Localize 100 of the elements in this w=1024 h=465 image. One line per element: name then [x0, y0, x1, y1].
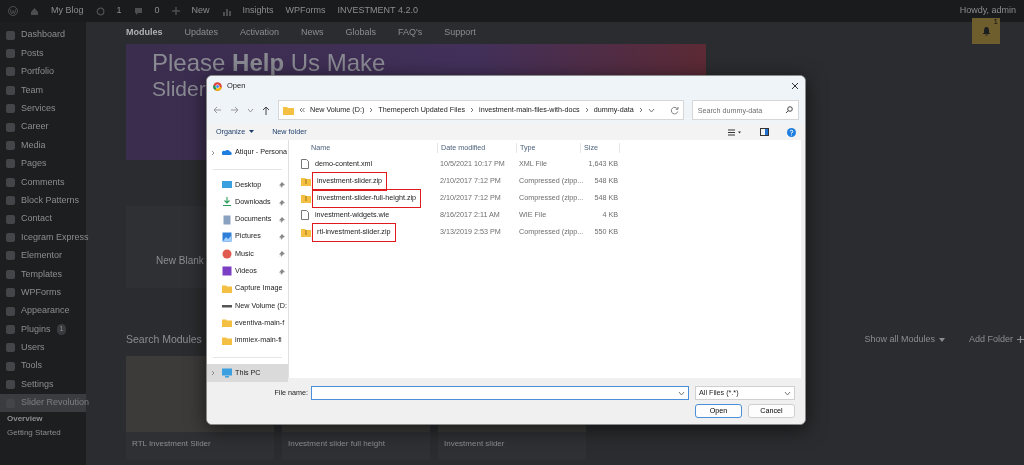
sidebar-menu-item[interactable]: Tools [0, 357, 86, 376]
chevron-down-icon [784, 390, 791, 396]
desktop-icon [222, 179, 232, 190]
plus-icon [171, 7, 180, 15]
pin-icon [279, 199, 285, 206]
tab[interactable]: Globals [345, 26, 377, 40]
sidebar-menu-item[interactable]: Dashboard [0, 26, 86, 45]
site-name-link[interactable]: My Blog [51, 4, 84, 18]
pin-icon [279, 216, 285, 223]
pin-icon [279, 234, 285, 241]
zip-folder-icon [301, 194, 311, 203]
file-name-field[interactable] [311, 386, 689, 400]
sidebar-menu-item[interactable]: Contact [0, 209, 86, 229]
tab[interactable]: News [301, 26, 324, 40]
computer-icon [222, 367, 232, 378]
chevron-right-icon [470, 107, 475, 113]
tab[interactable]: Updates [184, 26, 219, 40]
plus-icon [1017, 336, 1024, 344]
new-blank-label: New Blank [156, 254, 204, 268]
sidebar-menu-item[interactable]: WPForms [0, 283, 86, 302]
view-options-icon[interactable] [728, 128, 742, 136]
sidebar-menu-item[interactable]: Settings [0, 375, 86, 394]
wordpress-icon [8, 6, 18, 16]
bar-chart-icon [221, 6, 231, 16]
theme-version-link[interactable]: INVESTMENT 4.2.0 [337, 4, 418, 18]
double-chevron-icon [299, 107, 305, 113]
submenu-item[interactable]: Overview [0, 412, 86, 427]
pin-icon [279, 182, 285, 189]
greeting-link[interactable]: Howdy, admin [959, 4, 1016, 18]
home-icon [30, 6, 39, 16]
up-arrow-icon[interactable] [262, 105, 270, 115]
tab[interactable]: Activation [240, 26, 280, 40]
chevron-right-icon [211, 149, 215, 156]
folder-icon [222, 335, 232, 346]
pin-icon [279, 251, 285, 258]
add-folder-link[interactable]: Add Folder [968, 333, 1024, 347]
folder-icon [222, 283, 232, 294]
close-icon[interactable] [791, 82, 799, 90]
chevron-right-icon [369, 107, 374, 113]
folder-icon [222, 318, 232, 329]
comment-icon [133, 6, 143, 16]
tab[interactable]: FAQ's [398, 26, 423, 40]
submenu-item[interactable]: Getting Started [0, 426, 86, 441]
notification-button[interactable]: 1 [972, 18, 1000, 44]
document-icon [301, 210, 309, 221]
sidebar-menu-item[interactable]: Services [0, 99, 86, 118]
new-link[interactable]: New [191, 4, 210, 18]
sidebar-menu-item[interactable]: Team [0, 81, 86, 100]
refresh-icon[interactable] [669, 105, 679, 115]
chevron-down-icon[interactable] [247, 107, 254, 113]
chevron-down-icon[interactable] [647, 107, 655, 113]
help-icon[interactable] [787, 127, 796, 137]
bell-icon [981, 26, 991, 36]
wpforms-link[interactable]: WPForms [285, 4, 326, 18]
back-arrow-icon[interactable] [213, 106, 222, 114]
module-title: RTL Investment Slider [131, 437, 212, 450]
update-count: 1 [116, 4, 122, 18]
sidebar-menu-item[interactable]: Templates [0, 265, 86, 284]
sidebar-menu-item[interactable]: Users [0, 338, 86, 358]
insights-link[interactable]: Insights [242, 4, 274, 18]
search-icon [785, 106, 793, 114]
banner-heading-continued: Slider [152, 76, 206, 103]
pin-icon [279, 268, 285, 275]
section-title: Search Modules [126, 332, 202, 347]
sidebar-menu-item[interactable]: Elementor [0, 246, 86, 266]
sidebar-menu-item[interactable]: Icegram Express [0, 228, 86, 247]
module-title: Investment slider full height [287, 437, 386, 450]
browser-logo-icon [213, 81, 222, 91]
module-title: Investment slider [443, 437, 506, 450]
music-icon [222, 249, 232, 260]
preview-pane-icon[interactable] [760, 128, 769, 136]
sidebar-menu-item[interactable]: Appearance [0, 301, 86, 321]
sidebar-menu-item[interactable]: Pages [0, 154, 86, 174]
sidebar-menu-item[interactable]: Media [0, 136, 86, 155]
sidebar-menu-item[interactable]: Portfolio [0, 62, 86, 82]
folder-icon [283, 105, 294, 115]
chevron-down-icon [678, 391, 685, 396]
tab[interactable]: Modules [126, 26, 163, 40]
document-icon [222, 214, 232, 225]
banner-heading: Please Help Us Make [152, 50, 387, 77]
caret-down-icon [249, 130, 255, 134]
chevron-right-icon [638, 107, 643, 113]
picture-icon [222, 231, 232, 242]
download-icon [222, 197, 232, 208]
zip-folder-icon [301, 228, 311, 237]
cloud-icon [222, 147, 232, 158]
sidebar-menu-item[interactable]: Block Patterns [0, 191, 86, 210]
tab[interactable]: Support [444, 26, 476, 40]
chevron-right-icon [584, 107, 589, 113]
notification-count: 1 [993, 18, 998, 26]
document-icon [301, 159, 309, 170]
chevron-right-icon [211, 369, 215, 376]
sidebar-menu-item[interactable]: Posts [0, 44, 86, 63]
comment-count: 0 [154, 4, 160, 18]
caret-down-icon [938, 337, 945, 342]
forward-arrow-icon[interactable] [230, 106, 239, 114]
sidebar-menu-item[interactable]: Comments [0, 173, 86, 192]
show-all-dropdown[interactable]: Show all Modules [864, 333, 945, 347]
video-icon [222, 266, 232, 277]
sidebar-menu-item[interactable]: Career [0, 117, 86, 137]
